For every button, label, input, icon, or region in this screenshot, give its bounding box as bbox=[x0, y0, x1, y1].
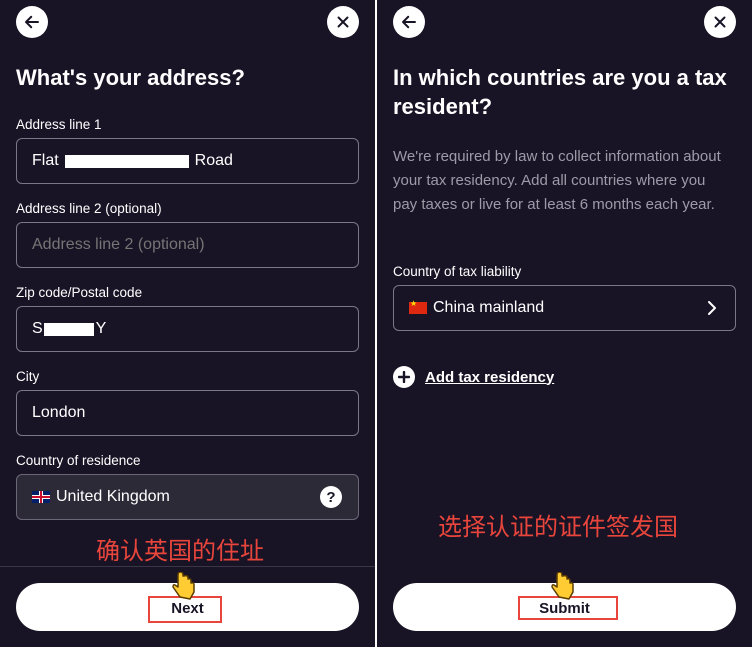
pointer-hand-icon bbox=[172, 572, 195, 600]
city-field[interactable]: London bbox=[16, 390, 359, 436]
add-tax-residency-button[interactable]: Add tax residency bbox=[393, 366, 554, 388]
annotation-text: 选择认证的证件签发国 bbox=[438, 513, 678, 541]
annotation-text: 确认英国的住址 bbox=[96, 537, 264, 565]
chevron-right-icon bbox=[708, 301, 716, 315]
zip-code-field[interactable]: S Y bbox=[16, 306, 359, 352]
address-line-1-field[interactable]: Flat Road bbox=[16, 138, 359, 184]
close-button[interactable] bbox=[327, 6, 359, 38]
page-title: In which countries are you a tax residen… bbox=[393, 65, 727, 119]
zip-value-start: S bbox=[32, 320, 43, 337]
redacted-block bbox=[43, 322, 94, 336]
zip-value-end: Y bbox=[95, 320, 107, 337]
close-icon bbox=[714, 16, 726, 28]
close-icon bbox=[337, 16, 349, 28]
country-of-residence-select[interactable]: United Kingdom ? bbox=[16, 474, 359, 520]
pointer-hand-icon bbox=[551, 572, 574, 600]
address-line-2-field[interactable] bbox=[16, 222, 359, 268]
china-flag-icon bbox=[409, 299, 427, 314]
zip-code-label: Zip code/Postal code bbox=[16, 285, 143, 300]
back-arrow-icon bbox=[25, 15, 39, 29]
tax-country-select[interactable]: China mainland bbox=[393, 285, 736, 331]
tax-country-label: Country of tax liability bbox=[393, 264, 522, 279]
back-arrow-icon bbox=[402, 15, 416, 29]
uk-flag-icon bbox=[32, 491, 50, 503]
back-button[interactable] bbox=[393, 6, 425, 38]
plus-icon bbox=[393, 366, 415, 388]
address-line-1-label: Address line 1 bbox=[16, 117, 102, 132]
address-line-1-value-start: Flat bbox=[32, 152, 59, 169]
address-line-2-label: Address line 2 (optional) bbox=[16, 201, 162, 216]
address-line-2-input[interactable] bbox=[32, 236, 358, 254]
city-value: London bbox=[32, 404, 86, 421]
redacted-block bbox=[64, 154, 189, 168]
page-title: What's your address? bbox=[16, 65, 245, 90]
address-screen: What's your address? Address line 1 Flat… bbox=[0, 0, 375, 647]
country-label: Country of residence bbox=[16, 453, 141, 468]
tax-residency-screen: In which countries are you a tax residen… bbox=[377, 0, 752, 647]
back-button[interactable] bbox=[16, 6, 48, 38]
close-button[interactable] bbox=[704, 6, 736, 38]
city-label: City bbox=[16, 369, 40, 384]
add-tax-residency-label: Add tax residency bbox=[425, 368, 555, 386]
country-value: United Kingdom bbox=[56, 488, 170, 505]
description-text: We're required by law to collect informa… bbox=[393, 148, 721, 213]
help-icon[interactable]: ? bbox=[320, 486, 342, 508]
tax-country-value: China mainland bbox=[433, 299, 545, 316]
address-line-1-value-end: Road bbox=[194, 152, 233, 169]
